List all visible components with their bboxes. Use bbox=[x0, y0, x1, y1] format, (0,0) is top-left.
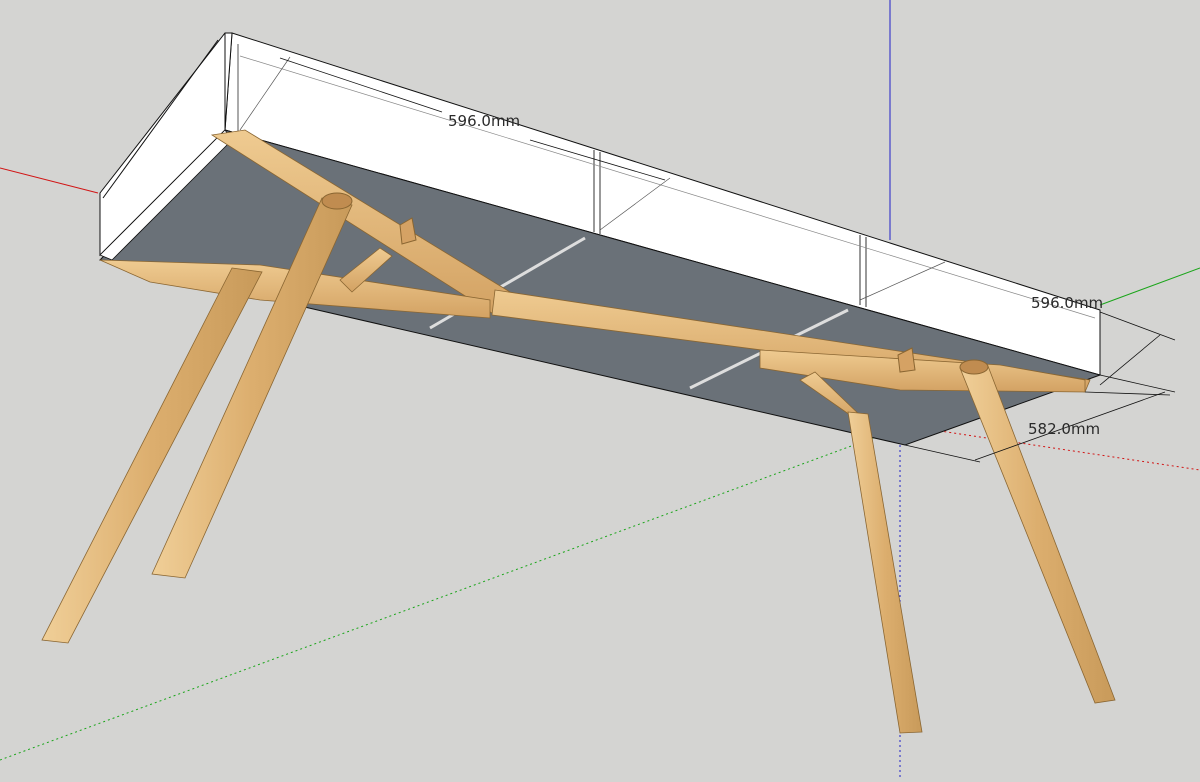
model-canvas[interactable] bbox=[0, 0, 1200, 777]
dimension-label-top-width: 596.0mm bbox=[448, 112, 521, 130]
leg-top bbox=[959, 359, 989, 375]
leg-top bbox=[321, 192, 353, 210]
sketchup-viewport[interactable]: 596.0mm 596.0mm 582.0mm bbox=[0, 0, 1200, 777]
red-axis bbox=[0, 167, 99, 194]
dimension-label-side-depth: 596.0mm bbox=[1031, 294, 1104, 312]
leg-front-right bbox=[847, 411, 923, 734]
green-axis bbox=[1099, 267, 1200, 306]
dimension-label-lower-depth: 582.0mm bbox=[1028, 420, 1101, 438]
leg-back-right bbox=[959, 365, 1116, 704]
